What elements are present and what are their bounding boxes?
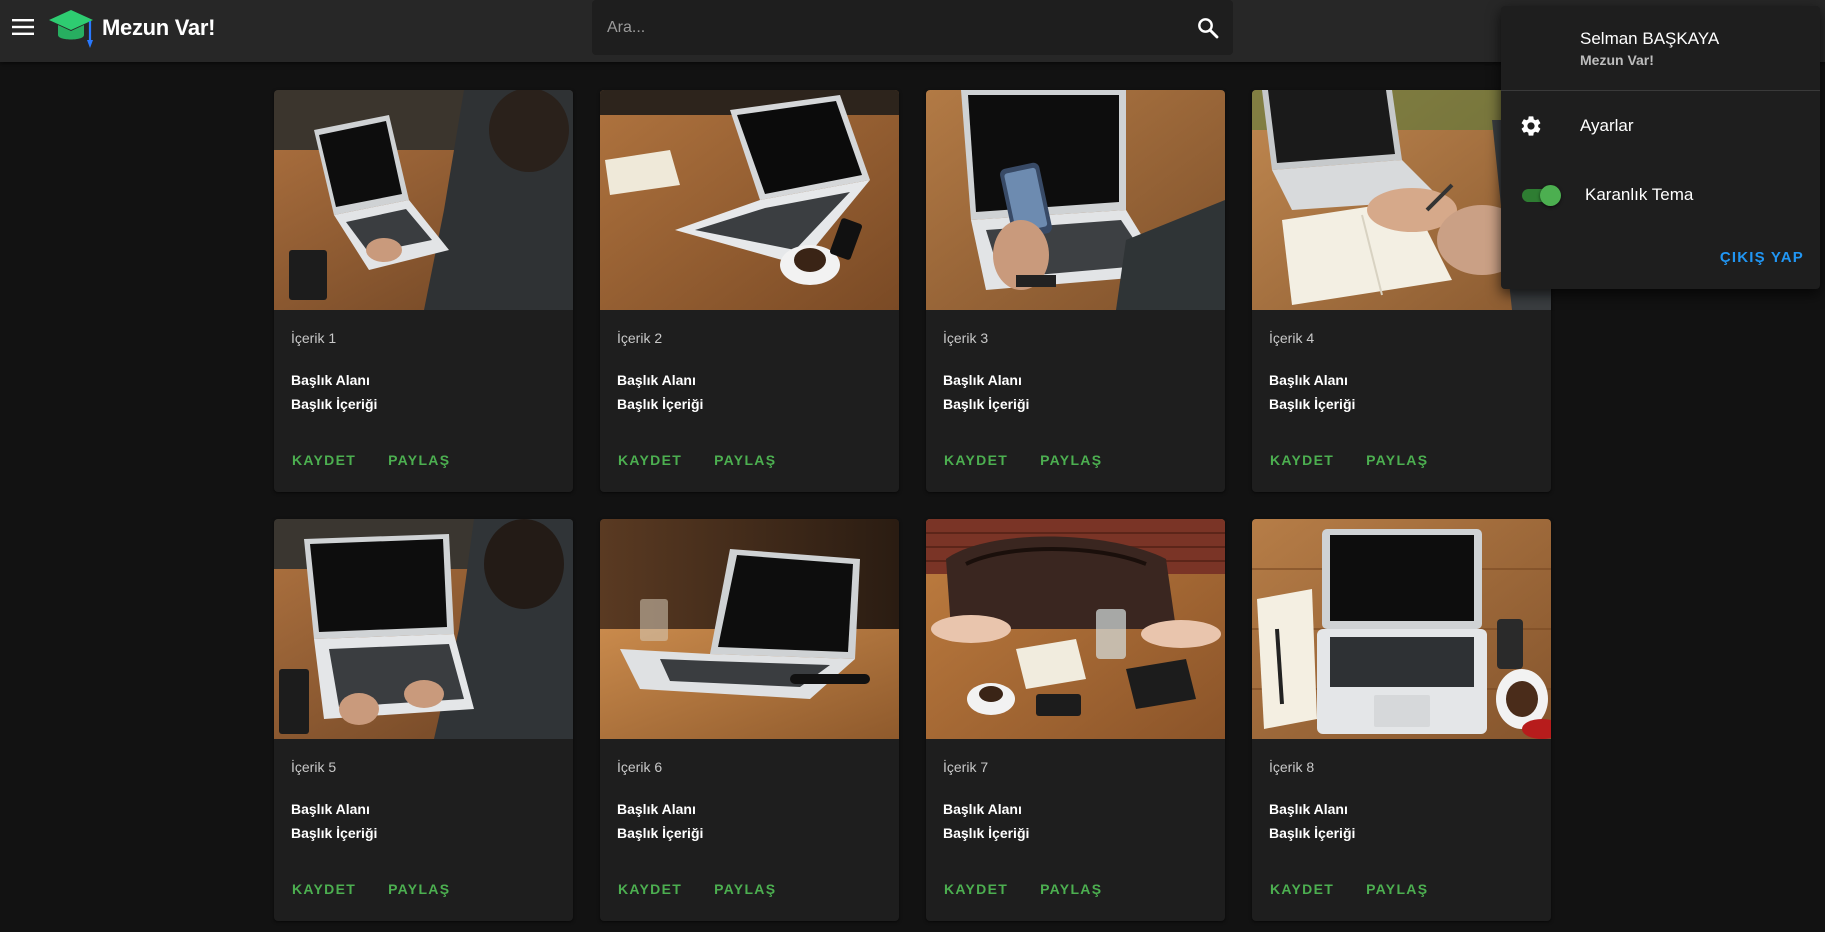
card-title: Başlık Alanı	[1269, 801, 1348, 817]
card-overline: İçerik 4	[1269, 330, 1315, 346]
card-body: Başlık İçeriği	[617, 825, 704, 841]
card-body: Başlık İçeriği	[943, 825, 1030, 841]
menu-divider	[1501, 90, 1820, 91]
save-button[interactable]: KAYDET	[934, 873, 1018, 905]
content-card: İçerik 5 Başlık Alanı Başlık İçeriği KAY…	[274, 519, 573, 921]
menu-button[interactable]	[8, 12, 38, 42]
card-actions: KAYDET PAYLAŞ	[608, 444, 786, 476]
content-card: İçerik 7 Başlık Alanı Başlık İçeriği KAY…	[926, 519, 1225, 921]
content-grid: İçerik 1 Başlık Alanı Başlık İçeriği KAY…	[274, 90, 1551, 921]
content-card: İçerik 8 Başlık Alanı Başlık İçeriği KAY…	[1252, 519, 1551, 921]
card-overline: İçerik 5	[291, 759, 337, 775]
share-button[interactable]: PAYLAŞ	[1356, 873, 1438, 905]
share-button[interactable]: PAYLAŞ	[704, 444, 786, 476]
card-overline: İçerik 6	[617, 759, 663, 775]
card-image	[926, 519, 1225, 739]
dark-theme-label: Karanlık Tema	[1585, 185, 1694, 204]
card-body: Başlık İçeriği	[291, 396, 378, 412]
save-button[interactable]: KAYDET	[934, 444, 1018, 476]
toggle-thumb	[1540, 185, 1561, 206]
save-button[interactable]: KAYDET	[282, 873, 366, 905]
card-body: Başlık İçeriği	[943, 396, 1030, 412]
card-actions: KAYDET PAYLAŞ	[934, 444, 1112, 476]
card-title: Başlık Alanı	[291, 372, 370, 388]
search-icon	[1198, 18, 1219, 39]
menu-item-settings[interactable]: Ayarlar	[1501, 102, 1820, 150]
content-card: İçerik 2 Başlık Alanı Başlık İçeriği KAY…	[600, 90, 899, 492]
card-image	[274, 519, 573, 739]
menu-item-dark-theme: Karanlık Tema	[1501, 174, 1820, 216]
share-button[interactable]: PAYLAŞ	[378, 444, 460, 476]
share-button[interactable]: PAYLAŞ	[1030, 444, 1112, 476]
card-image	[600, 519, 899, 739]
logo[interactable]	[48, 8, 94, 50]
card-overline: İçerik 3	[943, 330, 989, 346]
share-button[interactable]: PAYLAŞ	[1356, 444, 1438, 476]
share-button[interactable]: PAYLAŞ	[1030, 873, 1112, 905]
card-image	[926, 90, 1225, 310]
card-body: Başlık İçeriği	[1269, 825, 1356, 841]
search-input[interactable]	[592, 0, 1172, 55]
card-overline: İçerik 8	[1269, 759, 1315, 775]
card-body: Başlık İçeriği	[617, 396, 704, 412]
card-title: Başlık Alanı	[1269, 372, 1348, 388]
card-body: Başlık İçeriği	[291, 825, 378, 841]
share-button[interactable]: PAYLAŞ	[704, 873, 786, 905]
search-box	[592, 0, 1233, 55]
account-subtitle: Mezun Var!	[1580, 52, 1654, 68]
card-title: Başlık Alanı	[291, 801, 370, 817]
account-name: Selman BAŞKAYA	[1580, 29, 1720, 48]
save-button[interactable]: KAYDET	[608, 444, 692, 476]
save-button[interactable]: KAYDET	[282, 444, 366, 476]
content-card: İçerik 1 Başlık Alanı Başlık İçeriği KAY…	[274, 90, 573, 492]
card-body: Başlık İçeriği	[1269, 396, 1356, 412]
card-overline: İçerik 2	[617, 330, 663, 346]
card-title: Başlık Alanı	[943, 801, 1022, 817]
card-overline: İçerik 7	[943, 759, 989, 775]
card-image	[274, 90, 573, 310]
card-actions: KAYDET PAYLAŞ	[1260, 873, 1438, 905]
app-title: Mezun Var!	[102, 15, 216, 40]
card-image	[600, 90, 899, 310]
card-title: Başlık Alanı	[943, 372, 1022, 388]
logout-button[interactable]: ÇIKIŞ YAP	[1720, 249, 1804, 266]
graduation-cap-icon	[49, 10, 93, 48]
card-actions: KAYDET PAYLAŞ	[1260, 444, 1438, 476]
dark-theme-toggle[interactable]	[1520, 184, 1562, 206]
save-button[interactable]: KAYDET	[608, 873, 692, 905]
content-card: İçerik 6 Başlık Alanı Başlık İçeriği KAY…	[600, 519, 899, 921]
card-overline: İçerik 1	[291, 330, 337, 346]
content-card: İçerik 3 Başlık Alanı Başlık İçeriği KAY…	[926, 90, 1225, 492]
card-actions: KAYDET PAYLAŞ	[934, 873, 1112, 905]
hamburger-menu-icon	[12, 19, 34, 35]
card-image	[1252, 519, 1551, 739]
card-actions: KAYDET PAYLAŞ	[608, 873, 786, 905]
search-button[interactable]	[1193, 13, 1223, 43]
card-title: Başlık Alanı	[617, 372, 696, 388]
card-title: Başlık Alanı	[617, 801, 696, 817]
share-button[interactable]: PAYLAŞ	[378, 873, 460, 905]
gear-icon	[1521, 116, 1541, 136]
account-menu: Selman BAŞKAYA Mezun Var! Ayarlar Karanl…	[1501, 6, 1820, 289]
card-actions: KAYDET PAYLAŞ	[282, 873, 460, 905]
save-button[interactable]: KAYDET	[1260, 873, 1344, 905]
save-button[interactable]: KAYDET	[1260, 444, 1344, 476]
settings-label: Ayarlar	[1580, 116, 1634, 135]
card-actions: KAYDET PAYLAŞ	[282, 444, 460, 476]
